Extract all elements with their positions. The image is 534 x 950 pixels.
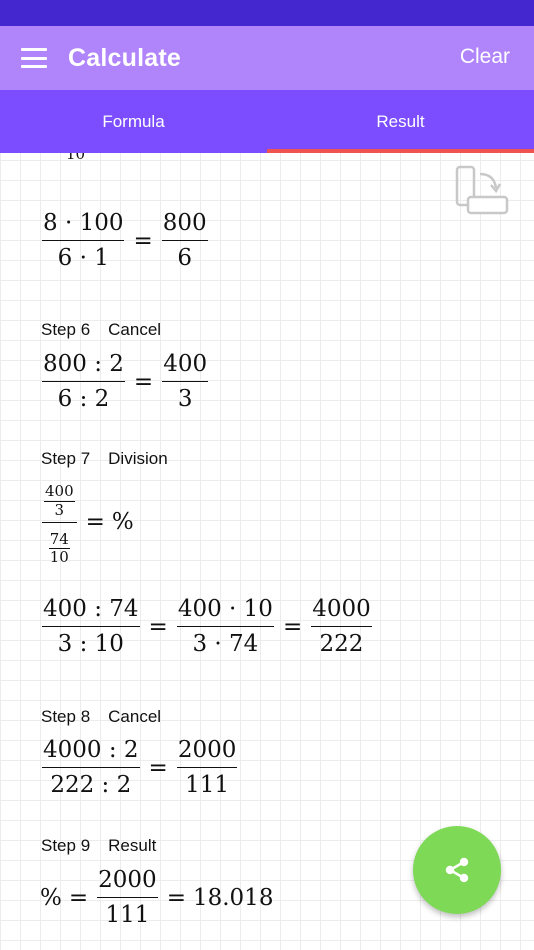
tab-result[interactable]: Result (267, 90, 534, 153)
percent-sign: % (40, 884, 62, 911)
numerator: 400 : 74 (42, 597, 140, 628)
numerator: 400 3 (42, 475, 77, 523)
equals-sign: = (85, 509, 105, 535)
equation-division: 400 : 74 3 : 10 = 400 · 10 3 · 74 = 4000… (40, 597, 374, 656)
status-bar (0, 0, 534, 26)
fraction: 400 3 (42, 483, 77, 520)
equals-sign: = (133, 227, 153, 254)
fraction: 4000 : 2 222 : 2 (40, 738, 142, 797)
compound-fraction: 400 3 74 10 (40, 475, 79, 569)
numerator: 4000 : 2 (42, 738, 140, 769)
numerator: 2000 (176, 738, 238, 769)
clear-button[interactable]: Clear (460, 45, 510, 69)
denominator: 3 (54, 500, 65, 519)
result-value: 18.018 (192, 884, 274, 911)
denominator: 3 (177, 386, 193, 413)
denominator: 3 : 10 (57, 631, 124, 658)
step-9-heading: Step 9 Result (41, 836, 156, 856)
share-icon (445, 857, 469, 883)
equals-sign: = (148, 613, 168, 640)
fraction: 400 : 74 3 : 10 (40, 597, 142, 656)
fraction: 2000 111 (95, 868, 160, 927)
numerator: 74 (48, 529, 70, 550)
equation-step-8: 4000 : 2 222 : 2 = 2000 111 (40, 738, 239, 797)
fraction: 8 · 100 6 · 1 (40, 211, 126, 270)
equals-sign: = (282, 613, 303, 640)
page-title: Calculate (68, 43, 181, 72)
fraction: 800 : 2 6 : 2 (40, 352, 127, 411)
menu-icon[interactable] (21, 48, 47, 68)
denominator: 74 10 (47, 523, 72, 570)
denominator: 10 (49, 548, 69, 567)
denominator: 111 (105, 902, 150, 929)
step-title: Result (108, 836, 157, 855)
numerator: 800 : 2 (42, 352, 125, 383)
numerator: 400 · 10 (176, 597, 274, 628)
step-6-heading: Step 6 Cancel (41, 320, 161, 340)
numerator: 2000 (97, 868, 158, 899)
equals-sign: = (68, 884, 89, 911)
fraction: 74 10 (47, 531, 72, 568)
equation-step-6: 800 : 2 6 : 2 = 400 3 (40, 352, 210, 411)
step-title: Division (108, 449, 168, 468)
numerator: 400 (162, 352, 209, 383)
denominator: 222 : 2 (50, 772, 132, 799)
step-title: Cancel (108, 707, 162, 726)
clipped-fraction-denominator: 10 (66, 153, 86, 163)
equation-result: % = 2000 111 = 18.018 (40, 868, 273, 927)
numerator: 8 · 100 (42, 211, 125, 242)
fraction: 4000 222 (309, 597, 374, 656)
step-number: Step 9 (41, 836, 91, 855)
equation-multiplication: 8 · 100 6 · 1 = 800 6 (40, 211, 210, 270)
step-number: Step 8 (41, 707, 91, 726)
denominator: 6 : 2 (57, 386, 110, 413)
equals-sign: = (148, 754, 168, 781)
fraction: 2000 111 (175, 738, 240, 797)
denominator: 111 (185, 772, 230, 799)
fraction: 400 · 10 3 · 74 (175, 597, 276, 656)
denominator: 6 · 1 (57, 245, 109, 272)
step-8-heading: Step 8 Cancel (41, 707, 161, 727)
denominator: 3 · 74 (192, 631, 259, 658)
step-number: Step 7 (41, 449, 91, 468)
numerator: 400 (44, 482, 75, 502)
denominator: 222 (319, 631, 364, 658)
step-7-heading: Step 7 Division (41, 449, 168, 469)
numerator: 800 (161, 211, 208, 242)
rotate-screen-icon[interactable] (454, 164, 510, 221)
denominator: 6 (177, 245, 193, 272)
step-title: Cancel (108, 320, 162, 339)
tab-formula[interactable]: Formula (0, 90, 267, 153)
step-number: Step 6 (41, 320, 91, 339)
percent-sign: % (111, 509, 134, 535)
equation-step-7: 400 3 74 10 = % (40, 475, 134, 569)
fraction: 800 6 (160, 211, 210, 270)
equals-sign: = (166, 884, 186, 911)
app-bar: Calculate Clear (0, 26, 534, 90)
numerator: 4000 (311, 597, 372, 628)
share-button[interactable] (413, 826, 501, 914)
equals-sign: = (133, 368, 154, 395)
fraction: 400 3 (160, 352, 210, 411)
tab-bar: Formula Result (0, 90, 534, 153)
